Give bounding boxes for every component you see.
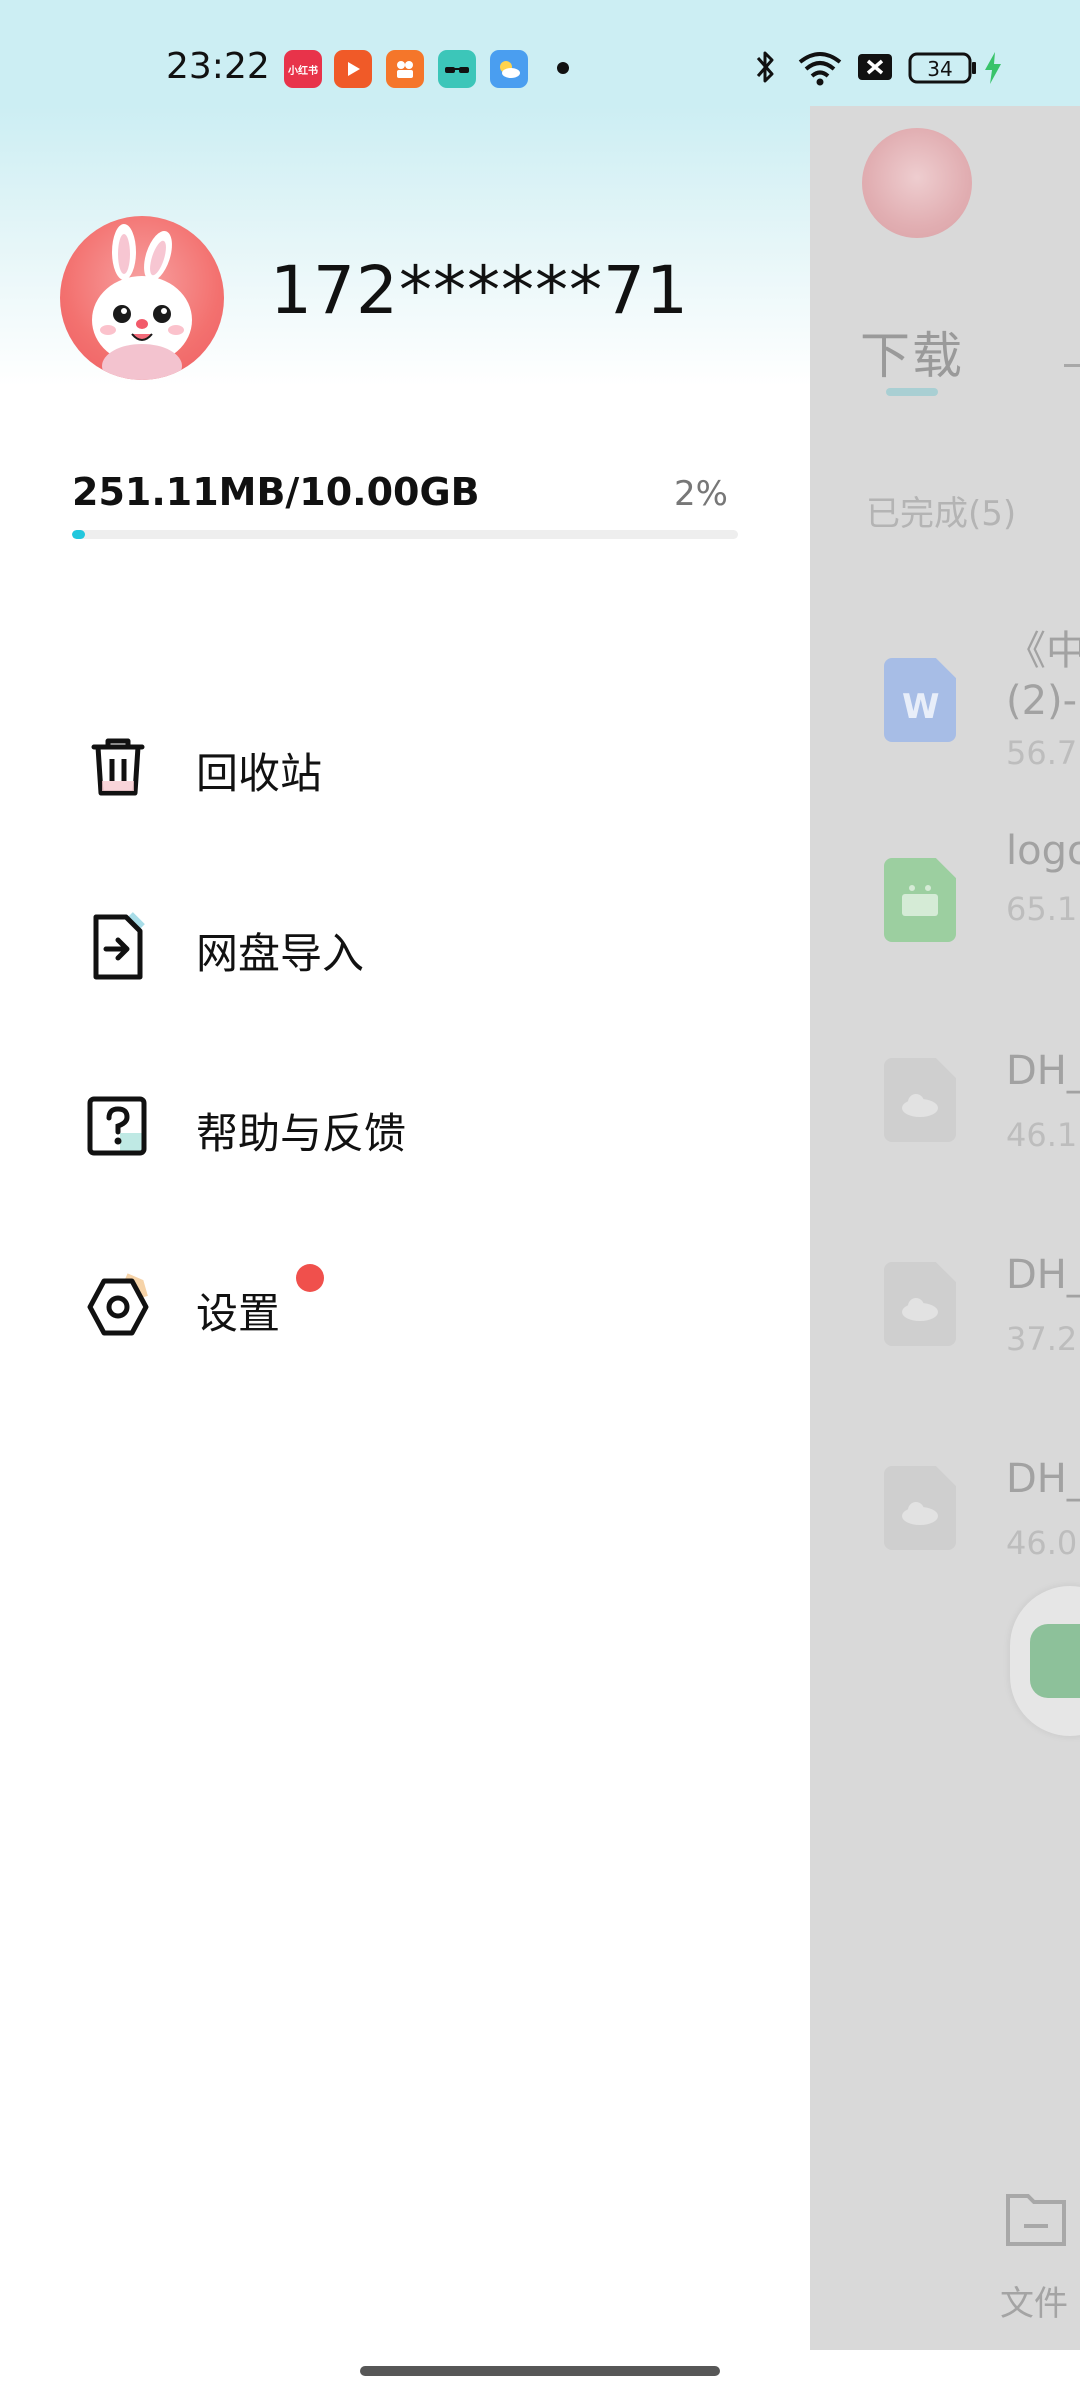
settings-icon [87,1273,149,1336]
background-file-size: 56.7 [1006,734,1078,772]
menu-label: 设置 [196,1289,281,1338]
background-tab-download: 下载 [860,327,964,385]
avatar[interactable] [60,216,224,380]
word-file-icon: W [884,658,956,742]
storage-progress-bar [72,530,738,539]
background-file-name: DH_ [1006,1048,1080,1094]
menu-item-settings[interactable]: 设置 [0,1232,810,1382]
background-file-item: DH_ 46.1 [810,1026,1080,1196]
no-sim-icon [858,54,892,80]
storage-percent: 2% [674,474,728,514]
apk-file-icon [884,858,956,942]
settings-badge-dot [296,1264,324,1292]
cloud-file-icon [884,1262,956,1346]
wifi-icon [798,52,842,86]
background-file-item: DH_ 46.0 [810,1434,1080,1604]
background-avatar [862,128,972,238]
background-file-item: W 《中(2)-1 56.7 [810,626,1080,796]
username[interactable]: 172******71 [270,252,689,329]
background-file-size: 46.0 [1006,1524,1078,1562]
storage-progress-fill [72,530,86,539]
menu-label: 回收站 [196,749,323,798]
bunny-avatar-icon [92,224,192,380]
cloud-file-icon [884,1058,956,1142]
video-play-icon [334,50,372,88]
menu-item-netdisk-import[interactable]: 网盘导入 [0,872,810,1022]
bluetooth-icon [756,51,774,83]
background-floating-button [1010,1586,1080,1736]
background-tab-second [1064,364,1080,367]
weather-icon [490,50,528,88]
menu-label: 帮助与反馈 [196,1109,407,1158]
menu-item-recycle-bin[interactable]: 回收站 [0,692,810,842]
background-file-item: DH_ 37.2 [810,1230,1080,1400]
svg-text:34: 34 [927,57,952,81]
background-file-size: 37.2 [1006,1320,1078,1358]
status-bar: 23:22 小红书 34 [0,0,1080,106]
battery-icon: 34 [908,52,976,84]
background-file-size: 46.1 [1006,1116,1078,1154]
trash-icon [91,738,145,796]
folder-icon [1006,2194,1066,2246]
status-time: 23:22 [166,46,270,87]
background-file-item: logo 65.1 [810,826,1080,996]
background-nav-files-label: 文件 [1000,2284,1068,2324]
menu-label: 网盘导入 [196,929,365,978]
help-icon [87,1096,147,1156]
magic-icon [438,50,476,88]
storage-usage-text: 251.11MB/10.00GB [72,470,480,514]
side-drawer: 172******71 251.11MB/10.00GB 2% 回收站 网盘导入 [0,106,810,2400]
import-icon [93,912,145,980]
background-file-name: DH_ [1006,1252,1080,1298]
svg-text:W: W [902,687,940,727]
charging-icon [985,52,1001,84]
background-app-panel[interactable]: 下载 已完成(5) W 《中(2)-1 56.7 logo 65.1 DH_ 4… [810,106,1080,2350]
menu-item-help-feedback[interactable]: 帮助与反馈 [0,1052,810,1202]
background-file-name: logo [1006,828,1080,874]
home-indicator[interactable] [360,2366,720,2376]
kuaishou-icon [386,50,424,88]
background-section-completed: 已完成(5) [866,494,1017,534]
more-notifications-dot [557,62,569,74]
background-tab-indicator [886,388,938,396]
xiaohongshu-icon: 小红书 [284,50,322,88]
background-file-size: 65.1 [1006,890,1078,928]
background-file-name: DH_ [1006,1456,1080,1502]
cloud-file-icon [884,1466,956,1550]
background-file-name: 《中(2)-1 [1006,628,1080,724]
